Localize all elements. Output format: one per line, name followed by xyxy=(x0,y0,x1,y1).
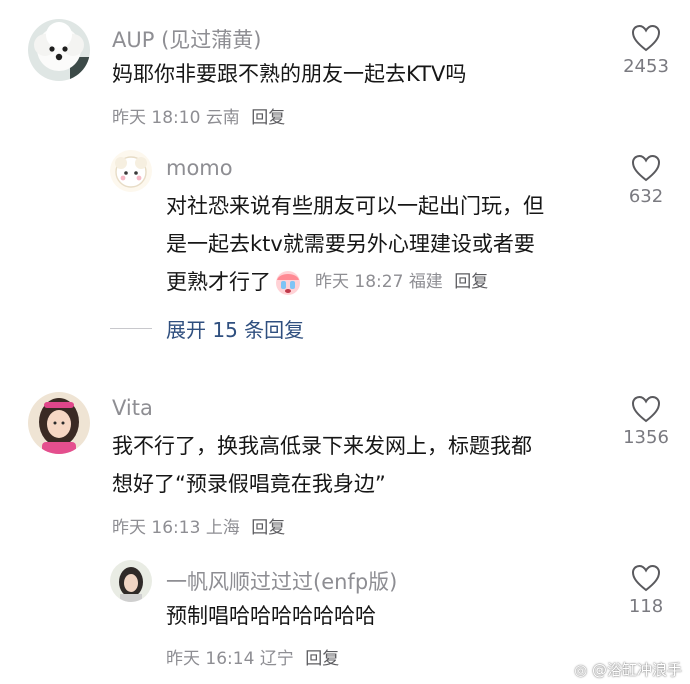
comment-meta: 昨天 18:27 福建 回复 xyxy=(315,263,488,301)
like-count: 1356 xyxy=(623,427,669,448)
comment-meta: 昨天 18:10 云南 回复 xyxy=(112,103,285,128)
crying-emoji-icon xyxy=(276,271,300,295)
like-button[interactable]: 2453 xyxy=(614,24,678,77)
avatar-yifan[interactable] xyxy=(110,560,152,602)
comment-time: 昨天 16:13 xyxy=(112,518,201,538)
comment-text-line: 想好了“预录假唱竟在我身边” xyxy=(112,472,386,496)
comment-location: 上海 xyxy=(205,518,240,538)
weibo-logo-icon: ◎ xyxy=(574,661,588,679)
like-button[interactable]: 632 xyxy=(614,154,678,207)
expand-replies-button[interactable]: 展开 15 条回复 xyxy=(110,314,304,343)
like-count: 118 xyxy=(628,596,664,617)
comment-time: 昨天 18:10 xyxy=(112,108,201,128)
heart-outline-icon xyxy=(631,154,661,182)
comment-text: 妈耶你非要跟不熟的朋友一起去KTV吗 xyxy=(112,62,467,86)
heart-outline-icon xyxy=(631,24,661,52)
reply-button[interactable]: 回复 xyxy=(251,518,285,538)
person-avatar-image xyxy=(110,560,152,602)
comment-text-last-line: 更熟才行了 昨天 18:27 福建 回复 xyxy=(166,263,488,301)
poodle-avatar-image xyxy=(28,19,90,81)
comment-meta: 昨天 16:13 上海 回复 xyxy=(112,513,285,538)
comment-author[interactable]: momo xyxy=(166,156,233,180)
comment-text: 预制唱哈哈哈哈哈哈哈 xyxy=(166,604,376,628)
comment-time: 昨天 16:14 xyxy=(166,649,255,669)
watermark-text: @浴缸冲浪手 xyxy=(591,661,682,679)
comment-author[interactable]: Vita xyxy=(112,396,153,420)
comment-text-line: 我不行了，换我高低录下来发网上，标题我都 xyxy=(112,434,532,458)
avatar-aup[interactable] xyxy=(28,19,90,81)
avatar-vita[interactable] xyxy=(28,392,90,454)
like-count: 632 xyxy=(628,186,664,207)
reply-button[interactable]: 回复 xyxy=(305,649,339,669)
reply-button[interactable]: 回复 xyxy=(251,108,285,128)
heart-outline-icon xyxy=(631,564,661,592)
like-button[interactable]: 118 xyxy=(614,564,678,617)
reply-button[interactable]: 回复 xyxy=(454,272,488,292)
comment-author[interactable]: AUP (见过蒲黄) xyxy=(112,24,261,54)
comment-text-line: 更熟才行了 xyxy=(166,270,271,294)
comment-meta: 昨天 16:14 辽宁 回复 xyxy=(166,644,339,669)
comment-time: 昨天 18:27 xyxy=(315,272,404,292)
avatar-momo[interactable] xyxy=(110,150,152,192)
comment-location: 福建 xyxy=(408,272,443,292)
heart-outline-icon xyxy=(631,395,661,423)
comment-author[interactable]: 一帆风顺过过过(enfp版) xyxy=(166,566,397,596)
comment-text-line: 是一起去ktv就需要另外心理建设或者要 xyxy=(166,232,535,256)
like-button[interactable]: 1356 xyxy=(614,395,678,448)
expand-replies-label[interactable]: 展开 15 条回复 xyxy=(166,314,304,343)
comment-location: 辽宁 xyxy=(259,649,294,669)
comment-location: 云南 xyxy=(205,108,240,128)
sheep-avatar-image xyxy=(110,150,152,192)
divider xyxy=(110,328,152,329)
like-count: 2453 xyxy=(623,56,669,77)
comment-text-line: 对社恐来说有些朋友可以一起出门玩，但 xyxy=(166,194,544,218)
watermark: ◎ @浴缸冲浪手 xyxy=(574,659,682,680)
girl-avatar-image xyxy=(28,392,90,454)
